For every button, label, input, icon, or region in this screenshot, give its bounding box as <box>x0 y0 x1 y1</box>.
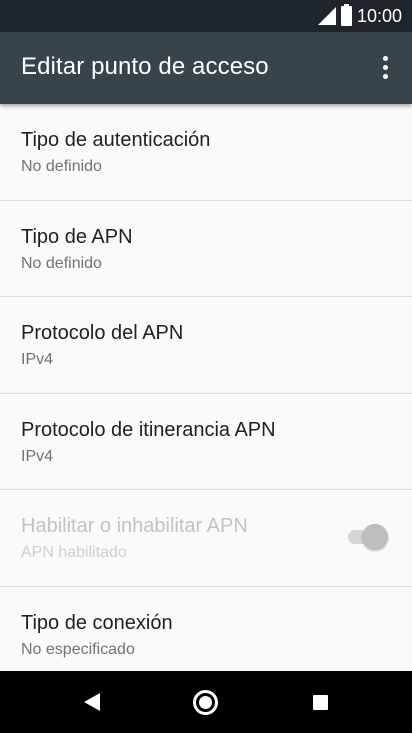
battery-icon <box>341 4 352 26</box>
recents-icon[interactable] <box>313 695 328 710</box>
pref-summary: IPv4 <box>21 351 54 368</box>
pref-apn-protocol[interactable]: Protocolo del APN IPv4 <box>0 297 412 394</box>
navigation-bar <box>0 671 412 733</box>
status-bar: 10:00 <box>0 0 412 32</box>
pref-summary: IPv4 <box>21 447 54 465</box>
cell-signal-icon <box>318 7 336 25</box>
pref-title: Tipo de autenticación <box>21 129 211 151</box>
pref-apn-enable: Habilitar o inhabilitar APN APN habilita… <box>0 490 412 587</box>
pref-summary: No especificado <box>21 640 135 658</box>
pref-auth-type[interactable]: Tipo de autenticación No definido <box>0 104 412 201</box>
pref-connection-type[interactable]: Tipo de conexión No especificado <box>0 587 412 672</box>
preference-list: Tipo de autenticación No definido Tipo d… <box>0 104 412 671</box>
home-icon[interactable] <box>193 690 218 715</box>
pref-title: Protocolo de itinerancia APN <box>21 418 276 441</box>
pref-roaming-protocol[interactable]: Protocolo de itinerancia APN IPv4 <box>0 394 412 490</box>
more-vert-icon[interactable] <box>374 52 398 84</box>
status-clock: 10:00 <box>356 6 402 26</box>
pref-title: Protocolo del APN <box>21 322 184 344</box>
pref-summary: No definido <box>21 254 102 272</box>
pref-title: Habilitar o inhabilitar APN <box>21 515 248 537</box>
pref-title: Tipo de APN <box>21 225 133 248</box>
app-bar: Editar punto de acceso <box>0 32 412 104</box>
overflow-dot <box>383 74 388 79</box>
overflow-dot <box>383 65 388 70</box>
back-icon[interactable] <box>84 693 100 711</box>
overflow-dot <box>383 56 388 61</box>
pref-title: Tipo de conexión <box>21 611 173 634</box>
apn-enable-switch <box>344 523 388 551</box>
pref-summary: APN habilitado <box>21 544 127 561</box>
pref-summary: No definido <box>21 158 102 175</box>
page-title: Editar punto de acceso <box>21 53 269 80</box>
switch-thumb <box>362 524 388 550</box>
pref-apn-type[interactable]: Tipo de APN No definido <box>0 201 412 297</box>
